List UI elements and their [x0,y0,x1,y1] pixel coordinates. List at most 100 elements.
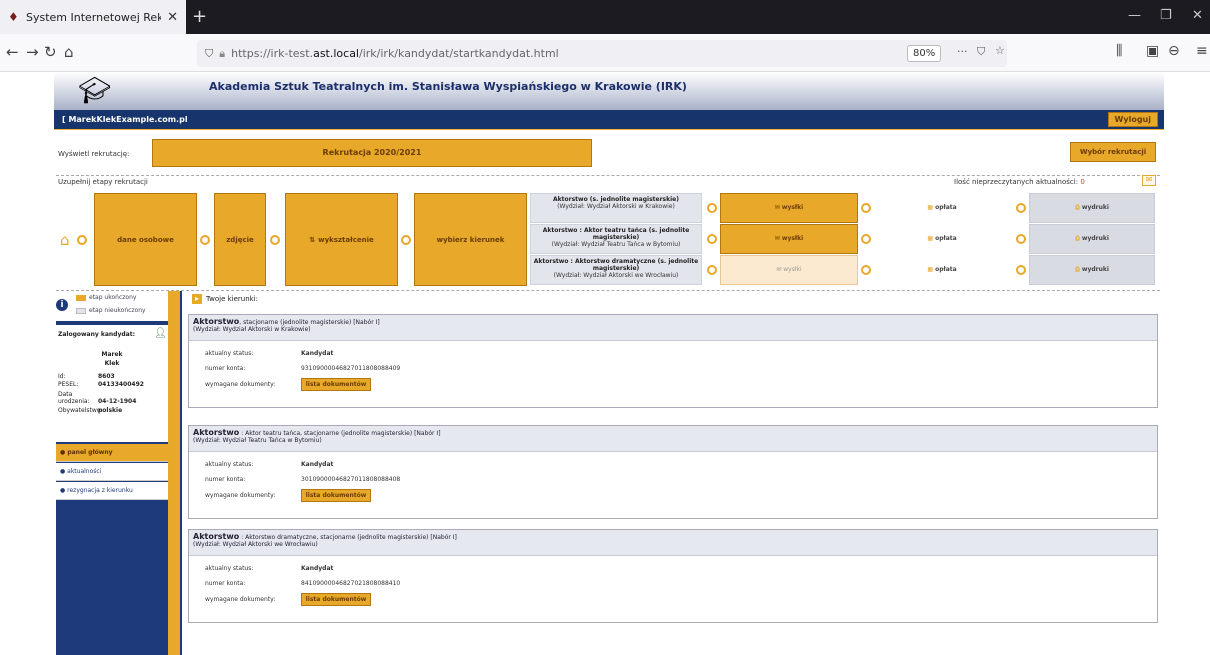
site-title: Akademia Sztuk Teatralnych im. Stanisław… [209,80,687,93]
candidate-dob: Data urodzenia: 04-12-1904 [58,391,137,405]
steps-label: Uzupełnij etapy rekrutacji [58,178,148,186]
payment-icon: ▦ [927,235,936,242]
arrow-icon: ▸ [192,294,202,304]
step-dot-icon [200,235,210,245]
lock-icon: 🔒︎ [219,46,226,60]
browser-tabbar: ♦ System Internetowej Rekrutacji ✕ + — ❐… [0,0,1210,34]
step-dot-icon [401,235,411,245]
site-header: 🎓︎ Akademia Sztuk Teatralnych im. Stanis… [54,72,1164,110]
step-dot-icon [861,265,871,275]
pocket-icon[interactable]: ⛉ [977,45,985,59]
mail-icon[interactable]: ✉ [1142,175,1156,186]
step-dot-icon [707,234,717,244]
window-close-icon[interactable]: ✕ [1192,8,1203,23]
print-cell-3[interactable]: ⎙ wydruki [1029,255,1155,285]
info-icon: i [56,299,68,311]
candidate-first-name: Marek [101,351,123,358]
menu-item-news[interactable]: ● aktualności [56,463,168,481]
shield-icon: ⛉ [205,46,214,60]
library-icon[interactable]: ⫼ [1116,43,1122,59]
step-dot-icon [861,203,871,213]
print-cell-1[interactable]: ⎙ wydruki [1029,193,1155,223]
menu-item-dashboard[interactable]: ● panel główny [56,444,168,462]
send-cell-3[interactable]: ✉︎ wysłki [720,255,858,285]
page-actions-icon[interactable]: ··· [957,45,968,58]
user-email: [ MarekKlekExample.com.pl [62,115,188,124]
choose-recruitment-button[interactable]: Wybór rekrutacji [1070,142,1156,162]
back-icon[interactable]: ← [6,43,19,61]
unread-news[interactable]: Ilość nieprzeczytanych aktualności: 0 [954,178,1085,186]
menu-icon[interactable]: ≡ [1196,43,1208,59]
minimize-icon[interactable]: — [1128,8,1141,23]
url-text: https://irk-test.ast.local/irk/irk/kandy… [231,47,559,60]
candidate-id: Id: 8603 [58,373,115,380]
graduation-cap-logo-icon: 🎓︎ [78,76,112,106]
program-card-1: Aktorstwo, stacjonarne (jednolite magist… [188,314,1158,408]
home-step-icon[interactable]: ⌂ [60,231,70,249]
zoom-level[interactable]: 80% [907,45,942,62]
step-dot-icon [707,203,717,213]
tab-title: System Internetowej Rekrutacji [26,10,162,24]
documents-list-button[interactable]: lista dokumentów [301,489,371,502]
browser-navbar: ← → ↻ ⌂ ⛉ 🔒︎ https://irk-test.ast.local/… [0,34,1210,72]
education-icon: ⇅ [309,235,316,244]
payment-cell-3[interactable]: ▦ opłata [873,255,1011,285]
main-title: ▸ Twoje kierunki: [192,294,258,304]
print-cell-2[interactable]: ⎙ wydruki [1029,224,1155,254]
page: 🎓︎ Akademia Sztuk Teatralnych im. Stanis… [54,72,1164,655]
step-dot-icon [1016,234,1026,244]
home-icon[interactable]: ⌂ [64,43,74,61]
recruitment-label: Wyświetl rekrutację: [58,150,130,158]
logout-button[interactable]: Wyloguj [1107,112,1158,127]
program-row-2: Aktorstwo : Aktor teatru tańca (s. jedno… [530,224,702,254]
print-icon: ⎙ [1075,204,1082,211]
candidate-panel: Zalogowany kandydat: 👤︎ Marek Klek Id: 86… [56,325,168,442]
step-dot-icon [1016,265,1026,275]
step-photo[interactable]: zdjęcie [214,193,266,286]
url-bar[interactable]: ⛉ 🔒︎ https://irk-test.ast.local/irk/irk/… [197,40,1007,67]
send-cell-2[interactable]: ✉︎ wysłki [720,224,858,254]
sidebar-accent-strip [168,291,180,655]
step-dot-icon [270,235,280,245]
tab-close-icon[interactable]: ✕ [167,10,178,25]
step-education[interactable]: ⇅ wykształcenie [285,193,398,286]
legend: i etap ukończony etap nieukończony [56,291,168,321]
step-dot-icon [1016,203,1026,213]
candidate-last-name: Klek [104,360,120,367]
documents-list-button[interactable]: lista dokumentów [301,378,371,391]
print-icon: ⎙ [1075,235,1082,242]
candidate-pesel: PESEL: 04133400492 [58,381,144,388]
candidate-citizenship: Obywatelstwo:polskie [58,407,123,414]
reload-icon[interactable]: ↻ [44,43,57,61]
send-icon: ✉︎ [774,204,782,211]
step-dot-icon [77,235,87,245]
menu-item-resign[interactable]: ● rezygnacja z kierunku [56,482,168,500]
send-icon: ✉︎ [774,235,782,242]
forward-icon[interactable]: → [26,43,39,61]
candidate-title: Zalogowany kandydat: [58,331,135,338]
program-row-3: Aktorstwo : Aktorstwo dramatyczne (s. je… [530,255,702,285]
step-dot-icon [861,234,871,244]
send-cell-1[interactable]: ✉︎ wysłki [720,193,858,223]
documents-list-button[interactable]: lista dokumentów [301,593,371,606]
maximize-icon[interactable]: ❐ [1160,8,1172,23]
bookmark-star-icon[interactable]: ☆ [995,44,1005,57]
step-choose-program[interactable]: wybierz kierunek [414,193,527,286]
browser-tab[interactable]: ♦ System Internetowej Rekrutacji ✕ [0,0,186,34]
program-row-1: Aktorstwo (s. jednolite magisterskie) (Wy… [530,193,702,223]
account-icon[interactable]: ⊖ [1168,43,1180,59]
recruitment-select[interactable]: Rekrutacja 2020/2021 [152,139,592,167]
user-bar: [ MarekKlekExample.com.pl Wyloguj [54,110,1164,130]
print-icon: ⎙ [1075,266,1082,273]
step-dot-icon [707,265,717,275]
payment-cell-1[interactable]: ▦ opłata [873,193,1011,223]
person-icon: 👤︎ [154,328,167,339]
payment-cell-2[interactable]: ▦ opłata [873,224,1011,254]
sidebar-icon[interactable]: ▣ [1146,43,1159,59]
payment-icon: ▦ [927,204,936,211]
payment-icon: ▦ [927,266,936,273]
site-favicon-icon: ♦ [8,10,19,24]
new-tab-icon[interactable]: + [192,6,207,27]
step-personal-data[interactable]: dane osobowe [94,193,197,286]
program-card-2: Aktorstwo : Aktor teatru tańca, stacjona… [188,425,1158,519]
